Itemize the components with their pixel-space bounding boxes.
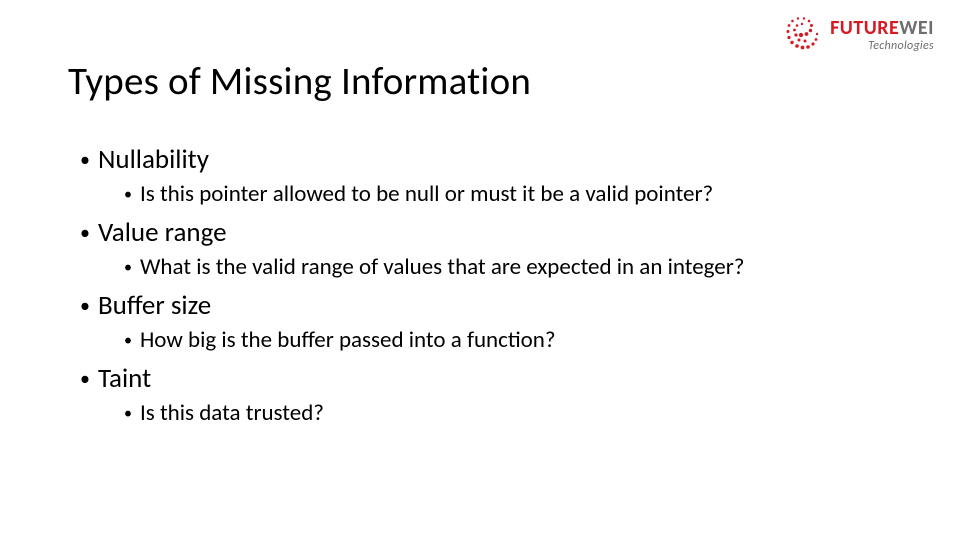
bullet-icon: • bbox=[124, 260, 132, 276]
list-subitem: • Is this data trusted? bbox=[124, 399, 892, 427]
list-item: • Taint • Is this data trusted? bbox=[80, 362, 892, 427]
list-subitem-text: Is this pointer allowed to be null or mu… bbox=[140, 180, 713, 208]
bullet-icon: • bbox=[80, 369, 90, 389]
logo-text: FUTUREWEI Technologies bbox=[830, 18, 934, 52]
logo-word-future: FUTURE bbox=[830, 16, 899, 40]
list-subitem-text: What is the valid range of values that a… bbox=[140, 253, 744, 281]
logo-word-wei: WEI bbox=[899, 16, 934, 40]
bullet-icon: • bbox=[124, 406, 132, 422]
slide-title: Types of Missing Information bbox=[68, 58, 892, 105]
bullet-icon: • bbox=[124, 187, 132, 203]
logo-subline: Technologies bbox=[830, 40, 934, 52]
list-subitem-text: Is this data trusted? bbox=[140, 399, 324, 427]
bullet-icon: • bbox=[124, 333, 132, 349]
slide: FUTUREWEI Technologies Types of Missing … bbox=[0, 0, 960, 540]
logo-swirl-icon bbox=[780, 14, 822, 56]
list-subitem: • Is this pointer allowed to be null or m… bbox=[124, 180, 892, 208]
list-subitem: • What is the valid range of values that … bbox=[124, 253, 892, 281]
list-subitem: • How big is the buffer passed into a fun… bbox=[124, 326, 892, 354]
list-item-label: Buffer size bbox=[98, 289, 211, 322]
content-list: • Nullability • Is this pointer allowed to… bbox=[68, 143, 892, 427]
list-subitem-text: How big is the buffer passed into a func… bbox=[140, 326, 556, 354]
bullet-icon: • bbox=[80, 296, 90, 316]
list-item-label: Value range bbox=[98, 216, 227, 249]
list-item: • Nullability • Is this pointer allowed to… bbox=[80, 143, 892, 208]
list-item-label: Nullability bbox=[98, 143, 209, 176]
list-item-label: Taint bbox=[98, 362, 151, 395]
bullet-icon: • bbox=[80, 150, 90, 170]
list-item: • Buffer size • How big is the buffer pass… bbox=[80, 289, 892, 354]
bullet-icon: • bbox=[80, 223, 90, 243]
logo-wordmark: FUTUREWEI bbox=[830, 18, 934, 38]
company-logo: FUTUREWEI Technologies bbox=[780, 14, 934, 56]
list-item: • Value range • What is the valid range of… bbox=[80, 216, 892, 281]
